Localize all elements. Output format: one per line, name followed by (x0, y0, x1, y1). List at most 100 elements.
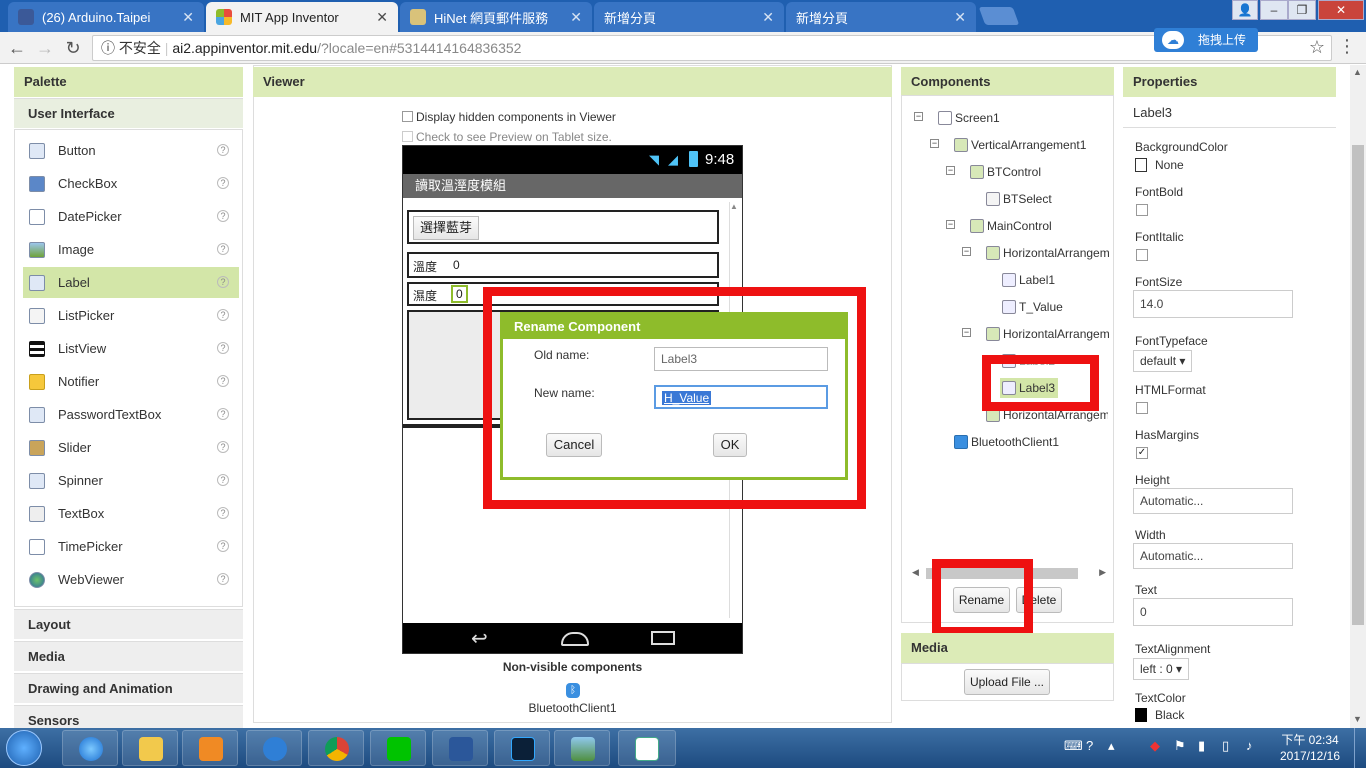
cancel-button[interactable]: Cancel (546, 433, 602, 457)
nonvisible-item[interactable]: BluetoothClient1 (402, 701, 743, 715)
prop-fonttypeface-select[interactable]: default ▾ (1133, 350, 1193, 372)
hidden-components-option[interactable]: Display hidden components in Viewer (402, 110, 616, 124)
tab-mit-app-inventor[interactable]: MIT App Inventor ✕ (206, 2, 398, 32)
tree-node-screen1[interactable]: Screen1 (938, 108, 1000, 128)
bookmark-star-icon[interactable]: ☆ (1306, 37, 1328, 58)
collapse-toggle-icon[interactable]: − (962, 247, 971, 256)
taskbar-media-player[interactable] (182, 730, 238, 766)
reload-icon[interactable]: ↻ (62, 38, 84, 59)
tab-new-2[interactable]: 新增分頁 ✕ (786, 2, 976, 32)
palette-item-checkbox[interactable]: CheckBox? (23, 168, 239, 199)
prop-fontsize-input[interactable]: 14.0 (1133, 290, 1293, 318)
help-icon[interactable]: ? (217, 441, 229, 453)
tab-close-icon[interactable]: ✕ (182, 9, 194, 26)
prop-width-input[interactable]: Automatic... (1133, 543, 1293, 569)
prop-fontitalic-checkbox[interactable] (1136, 249, 1148, 261)
tree-node-verticalarrangement1[interactable]: VerticalArrangement1 (954, 135, 1086, 155)
prop-text-input[interactable]: 0 (1133, 598, 1293, 626)
tree-node-bluetoothclient1[interactable]: BluetoothClient1 (954, 432, 1059, 452)
palette-item-listview[interactable]: ListView? (23, 333, 239, 364)
taskbar-clock[interactable]: 下午 02:34 2017/12/16 (1272, 732, 1348, 764)
taskbar-baidu-cloud[interactable] (246, 730, 302, 766)
taskbar-explorer[interactable] (122, 730, 178, 766)
back-arrow-icon[interactable]: ← (6, 38, 28, 59)
maximize-button[interactable]: ❐ (1288, 0, 1316, 20)
collapse-toggle-icon[interactable]: − (946, 220, 955, 229)
network-icon[interactable]: ▮ (1198, 738, 1205, 754)
palette-section-media[interactable]: Media (14, 641, 243, 671)
palette-item-webviewer[interactable]: WebViewer? (23, 564, 239, 595)
prop-htmlformat-checkbox[interactable] (1136, 402, 1148, 414)
collapse-toggle-icon[interactable]: − (946, 166, 955, 175)
flag-icon[interactable]: ⚑ (1174, 738, 1186, 754)
tablet-preview-checkbox[interactable] (402, 131, 413, 142)
bluetooth-icon[interactable]: ᛒ (566, 683, 580, 698)
page-scrollbar[interactable]: ▲ ▼ (1350, 65, 1366, 728)
tab-close-icon[interactable]: ✕ (376, 9, 388, 26)
palette-item-slider[interactable]: Slider? (23, 432, 239, 463)
prop-textalignment-select[interactable]: left : 0 ▾ (1133, 658, 1190, 680)
help-icon[interactable]: ? (217, 507, 229, 519)
ok-button[interactable]: OK (713, 433, 747, 457)
show-desktop-button[interactable] (1354, 728, 1366, 768)
close-window-button[interactable]: ✕ (1318, 0, 1364, 20)
scroll-down-icon[interactable]: ▼ (1353, 714, 1362, 724)
prop-backgroundcolor-value[interactable]: None (1135, 158, 1184, 172)
new-tab-button[interactable] (978, 7, 1020, 25)
url-field[interactable]: ⓘ 不安全 | ai2.appinventor.mit.edu/?locale=… (92, 35, 1332, 61)
palette-item-image[interactable]: Image? (23, 234, 239, 265)
upload-extension-button[interactable]: ☁ 拖拽上传 (1154, 28, 1258, 52)
help-icon[interactable]: ? (217, 375, 229, 387)
palette-item-passwordtextbox[interactable]: PasswordTextBox? (23, 399, 239, 430)
help-icon[interactable]: ? (217, 210, 229, 222)
palette-item-button[interactable]: Button? (23, 135, 239, 166)
help-icon[interactable]: ? (217, 309, 229, 321)
info-icon[interactable]: ⓘ (101, 40, 115, 56)
taskbar-chrome[interactable] (308, 730, 364, 766)
start-button[interactable] (6, 730, 42, 766)
tree-node-btcontrol[interactable]: BTControl (970, 162, 1041, 182)
temp-arrangement[interactable]: 溫度 0 (407, 252, 719, 278)
taskbar-photos[interactable] (554, 730, 610, 766)
tab-hinet-mail[interactable]: HiNet 網頁郵件服務 ✕ (400, 2, 592, 32)
collapse-toggle-icon[interactable]: − (962, 328, 971, 337)
prop-height-input[interactable]: Automatic... (1133, 488, 1293, 514)
tablet-preview-option[interactable]: Check to see Preview on Tablet size. (402, 130, 612, 144)
tree-node-t-value[interactable]: T_Value (1002, 297, 1063, 317)
prop-hasmargins-checkbox[interactable]: ✓ (1136, 447, 1148, 459)
help-tray-icon[interactable]: ? (1086, 738, 1093, 753)
prop-textcolor-value[interactable]: Black (1135, 708, 1184, 722)
prop-fontbold-checkbox[interactable] (1136, 204, 1148, 216)
tab-close-icon[interactable]: ✕ (954, 9, 966, 26)
new-name-input[interactable]: H_Value (654, 385, 828, 409)
menu-kebab-icon[interactable]: ⋮ (1336, 36, 1358, 57)
hidden-components-checkbox[interactable] (402, 111, 413, 122)
palette-section-user-interface[interactable]: User Interface (14, 98, 243, 128)
scroll-right-icon[interactable]: ▶ (1099, 567, 1106, 578)
palette-item-spinner[interactable]: Spinner? (23, 465, 239, 496)
keyboard-icon[interactable]: ⌨ (1064, 738, 1083, 754)
help-icon[interactable]: ? (217, 474, 229, 486)
palette-section-layout[interactable]: Layout (14, 609, 243, 639)
tab-arduino-taipei[interactable]: (26) Arduino.Taipei ✕ (8, 2, 204, 32)
tree-node-maincontrol[interactable]: MainControl (970, 216, 1052, 236)
palette-item-textbox[interactable]: TextBox? (23, 498, 239, 529)
palette-item-label[interactable]: Label? (23, 267, 239, 298)
user-profile-icon[interactable]: 👤 (1232, 0, 1258, 20)
collapse-toggle-icon[interactable]: − (930, 139, 939, 148)
taskbar-line[interactable] (370, 730, 426, 766)
palette-section-drawing[interactable]: Drawing and Animation (14, 673, 243, 703)
bt-control-arrangement[interactable]: 選擇藍芽 (407, 210, 719, 244)
tab-new-1[interactable]: 新增分頁 ✕ (594, 2, 784, 32)
taskbar-ie[interactable] (62, 730, 118, 766)
palette-item-listpicker[interactable]: ListPicker? (23, 300, 239, 331)
tab-close-icon[interactable]: ✕ (570, 9, 582, 26)
bt-select-button[interactable]: 選擇藍芽 (413, 216, 479, 240)
help-icon[interactable]: ? (217, 276, 229, 288)
tree-node-horizontalarrangement-2[interactable]: HorizontalArrangem (986, 324, 1110, 344)
tree-node-horizontalarrangement-1[interactable]: HorizontalArrangem (986, 243, 1110, 263)
palette-item-timepicker[interactable]: TimePicker? (23, 531, 239, 562)
help-icon[interactable]: ? (217, 177, 229, 189)
page-scroll-thumb[interactable] (1352, 145, 1364, 625)
help-icon[interactable]: ? (217, 243, 229, 255)
